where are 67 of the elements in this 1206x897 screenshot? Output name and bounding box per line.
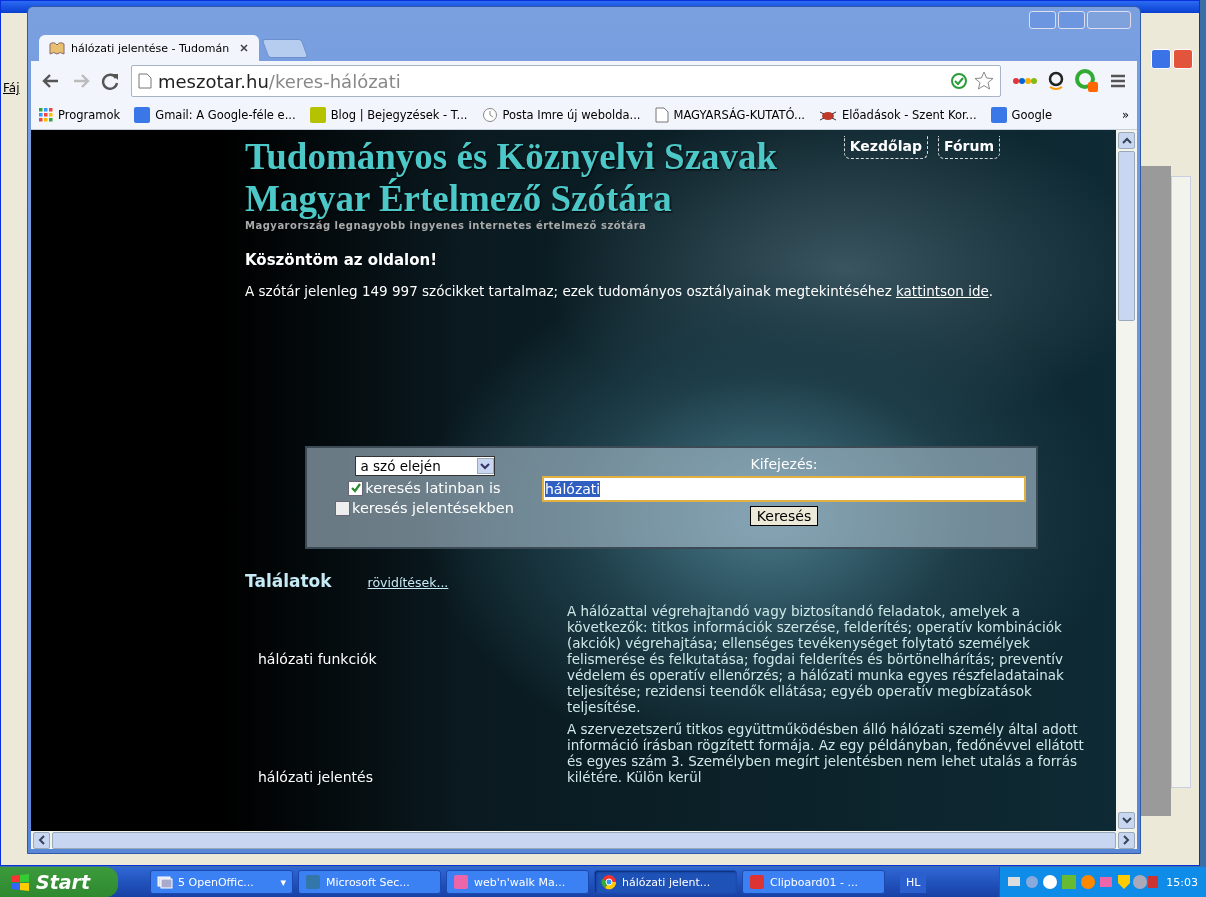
scroll-left-icon[interactable] [33,831,50,849]
window-stack-icon [157,875,173,889]
app-icon [749,874,765,890]
clock: 15:03 [1166,875,1198,889]
search-input[interactable]: hálózati [542,476,1026,502]
scroll-down-icon[interactable] [1118,812,1135,829]
bookmark[interactable]: Előadások - Szent Kor... [819,108,977,122]
checkbox-label: keresés jelentésekben [352,500,514,516]
address-bar[interactable]: meszotar.hu/keres-hálózati [131,65,1001,97]
bookmark[interactable]: Posta Imre új webolda... [481,107,641,123]
intro-text: A szótár jelenleg 149 997 szócikket tartalmaz; ezek tudományos osztályainak megtekintéséhez kattintson ide. [245,283,995,299]
nav-link[interactable]: Kezdőlap [843,136,928,159]
caret-icon: ▾ [280,875,286,889]
checkbox[interactable] [348,480,364,496]
app-icon [305,874,321,890]
scroll-up-icon[interactable] [1118,132,1135,149]
menu-icon[interactable] [1109,73,1127,89]
more-bookmarks-button[interactable]: » [1121,108,1129,122]
extension-icon[interactable] [1047,71,1065,91]
browser-icon [601,874,617,890]
result-definition: A szervezetszerű titkos együttműködésben álló hálózati személy által adott információ írásban rögzített formája. Az egy példányban, fedőnévvel ellátott és egyes szám 3. Személyben megírt jelentésben nem lehet utalás a forrás kilétére. Külön kerül [567,721,1085,785]
scrollbar[interactable] [1171,176,1191,788]
taskbar-button[interactable]: hálózati jelent... [594,870,737,894]
bookmark[interactable]: Blog | Bejegyzések - T... [309,107,468,123]
browser-tab[interactable]: hálózati jelentése - Tudomán [39,35,259,61]
apps-grid-icon [39,108,53,122]
site-title: Tudományos és Köznyelvi Szavak [245,136,778,178]
language-indicator[interactable]: HL [900,871,927,893]
back-icon[interactable] [41,72,61,90]
app-icon [453,874,469,890]
menu-text: Fáj [3,81,20,95]
results-heading: Találatok [245,571,332,591]
welcome-heading: Köszöntöm az oldalon! [245,251,438,269]
book-icon [49,41,65,55]
taskbar-button[interactable]: 5 OpenOffic... ▾ [150,870,293,894]
taskbar-button[interactable]: Microsoft Sec... [298,870,441,894]
checkbox-label: keresés latinban is [365,480,501,496]
site-title: Magyar Értelmező Szótára [245,178,673,220]
tray-icons-drawing[interactable] [1008,873,1159,891]
expression-label: Kifejezés: [750,456,818,472]
taskbar-button[interactable]: Clipboard01 - ... [742,870,885,894]
search-button[interactable]: Keresés [749,506,819,526]
page-icon [138,73,152,89]
result-definition: A hálózattal végrehajtandó vagy biztosítandó feladatok, amelyek a következők: titkos információk szerzése, felderítés; operatív kombinációk (akciók) végrehajtása; ellenséges tevékenységet folytató személyek felismerése és felkutatása; fogdai felderítés és börtönelhárítás; preventív védelem és operatív ellenőrzés; a hálózati munka egyes részfeladatainak teljesítése; rezidensi teendők ellátása; egyéb operatív megbízatások teljesítése. [567,603,1065,715]
vertical-scrollbar[interactable] [1116,130,1137,831]
checkbox[interactable] [335,500,351,516]
taskbar-button[interactable]: web'n'walk Ma... [446,870,589,894]
page-icon [654,107,669,123]
site-tagline: Magyarország legnagyobb ingyenes internetes értelmező szótára [245,220,648,231]
result-term: hálózati jelentés [257,769,374,785]
result-term: hálózati funkciók [257,651,378,667]
link[interactable]: kattintson ide [896,283,989,299]
star-icon[interactable] [974,71,994,91]
bookmark[interactable]: Google [990,107,1053,123]
windows-logo-icon [10,873,30,891]
scroll-thumb[interactable] [1118,151,1135,321]
bookmark[interactable]: Programok [39,108,121,122]
check-icon[interactable] [950,72,968,90]
reload-icon[interactable] [101,72,121,90]
nav-link[interactable]: Fórum [937,136,1000,159]
bookmark[interactable]: Gmail: A Google-féle e... [134,107,296,123]
bookmark[interactable]: MAGYARSÁG-KUTATÓ... [654,107,806,123]
search-mode-dropdown[interactable]: a szó elején [354,456,495,476]
start-button[interactable]: Start [0,867,118,897]
scroll-right-icon[interactable] [1118,831,1135,849]
clock-icon [481,107,498,123]
abbreviations-link[interactable]: rövidítések... [367,575,449,590]
